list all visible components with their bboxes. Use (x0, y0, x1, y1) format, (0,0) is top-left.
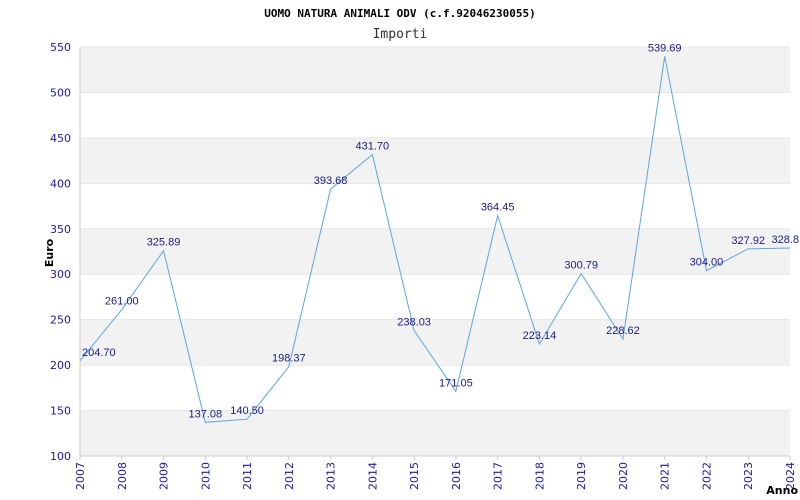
data-label: 328.8 (771, 234, 799, 246)
y-tick-label: 250 (50, 314, 71, 327)
x-tick-label: 2008 (116, 462, 129, 490)
data-label: 325.89 (147, 237, 181, 249)
x-axis-label: Anno (766, 484, 798, 497)
data-label: 223.14 (523, 330, 557, 342)
grid-band (80, 410, 790, 456)
data-label: 327.92 (731, 235, 765, 247)
data-label: 238.03 (397, 317, 431, 329)
y-tick-label: 300 (50, 268, 71, 281)
x-tick-labels: 2007 2008 2009 2010 2011 2012 2013 2014 2015 2016… (74, 462, 797, 490)
y-tick-label: 550 (50, 41, 71, 54)
grid-bands (80, 46, 790, 457)
x-tick-label: 2013 (325, 462, 338, 490)
x-tick-label: 2016 (450, 462, 463, 490)
x-tick-label: 2023 (742, 462, 755, 490)
data-label: 140.50 (230, 405, 264, 417)
data-label: 198.37 (272, 353, 306, 365)
data-label: 171.05 (439, 377, 473, 389)
grid-band (80, 137, 790, 184)
x-tick-label: 2014 (366, 462, 379, 490)
data-label: 228.62 (606, 325, 640, 337)
y-tick-label: 150 (50, 405, 71, 418)
y-tick-label: 450 (50, 132, 71, 145)
y-tick-label: 200 (50, 359, 71, 372)
data-label: 261.00 (105, 296, 139, 308)
y-tick-label: 350 (50, 223, 71, 236)
x-tick-label: 2010 (199, 462, 212, 490)
grid-band (80, 228, 790, 275)
data-label: 137.08 (188, 408, 222, 420)
x-tick-label: 2012 (283, 462, 296, 490)
chart-title: UOMO NATURA ANIMALI ODV (c.f.92046230055… (264, 7, 536, 20)
grid-band (80, 319, 790, 366)
line-chart: 100150200250300350400450500550 2007 2008 2… (43, 7, 799, 497)
x-tick-label: 2022 (700, 462, 713, 490)
data-label: 539.69 (648, 42, 682, 54)
data-label: 204.70 (82, 347, 116, 359)
data-label: 393.68 (314, 175, 348, 187)
y-tick-label: 100 (50, 450, 71, 463)
y-tick-label: 500 (50, 86, 71, 99)
x-tick-label: 2020 (617, 462, 630, 490)
grid-band (80, 47, 790, 93)
chart-subtitle: Importi (373, 27, 428, 42)
data-label: 364.45 (481, 202, 515, 214)
y-tick-label: 400 (50, 177, 71, 190)
data-label: 304.00 (690, 257, 724, 269)
x-tick-label: 2007 (74, 462, 87, 490)
x-tick-label: 2011 (241, 462, 254, 490)
x-tick-label: 2019 (575, 462, 588, 490)
x-tick-label: 2015 (408, 462, 421, 490)
y-axis-label: Euro (43, 238, 56, 267)
x-tick-label: 2018 (533, 462, 546, 490)
x-tick-label: 2021 (659, 462, 672, 490)
data-label: 431.70 (356, 141, 390, 153)
data-label: 300.79 (564, 260, 598, 272)
x-tick-label: 2009 (158, 462, 171, 490)
x-tick-label: 2017 (492, 462, 505, 490)
